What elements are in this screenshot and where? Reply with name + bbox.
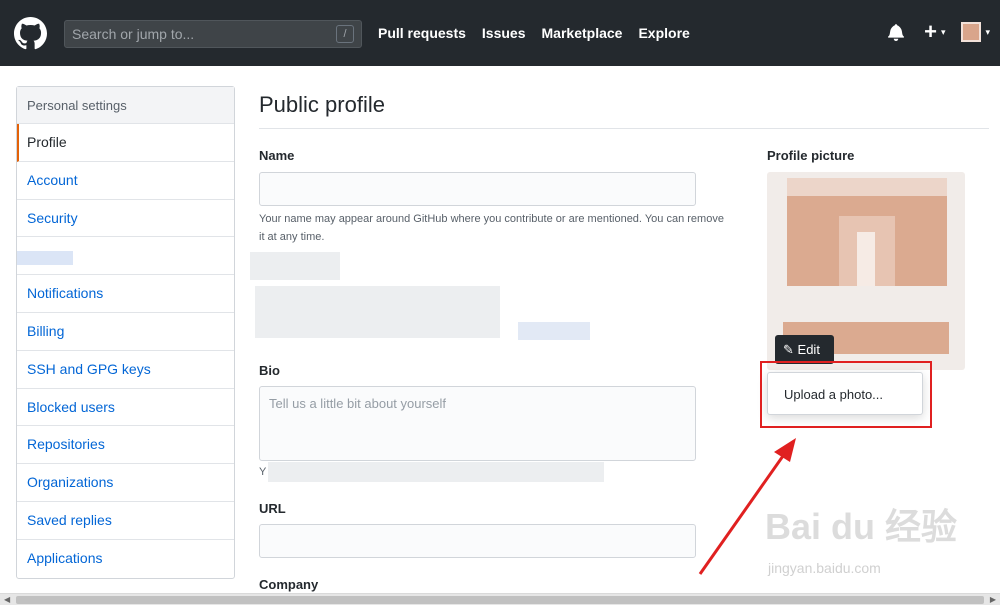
search-input[interactable]: Search or jump to... / bbox=[64, 20, 362, 48]
redacted-block bbox=[255, 286, 500, 338]
redacted-link bbox=[518, 322, 590, 340]
pencil-icon: ✎ bbox=[783, 342, 794, 357]
baidu-watermark-url: jingyan.baidu.com bbox=[768, 560, 881, 576]
name-field[interactable] bbox=[259, 172, 696, 206]
sidebar-item-notifications[interactable]: Notifications bbox=[17, 275, 234, 313]
profile-picture-label: Profile picture bbox=[767, 148, 855, 163]
sidebar-item-billing[interactable]: Billing bbox=[17, 313, 234, 351]
baidu-watermark: Bai du 经验 bbox=[765, 506, 958, 547]
top-navbar: Search or jump to... / Pull requests Iss… bbox=[0, 0, 1000, 66]
nav-explore[interactable]: Explore bbox=[638, 25, 689, 41]
github-logo-icon[interactable] bbox=[14, 17, 47, 50]
user-avatar[interactable] bbox=[961, 22, 982, 42]
sidebar-heading: Personal settings bbox=[17, 87, 234, 124]
scroll-right-icon[interactable]: ▶ bbox=[990, 595, 996, 604]
horizontal-scrollbar[interactable]: ◀ ▶ bbox=[0, 593, 1000, 605]
sidebar-item-applications[interactable]: Applications bbox=[17, 540, 234, 578]
sidebar-item-blocked-users[interactable]: Blocked users bbox=[17, 389, 234, 427]
nav-pull-requests[interactable]: Pull requests bbox=[378, 25, 466, 41]
nav-issues[interactable]: Issues bbox=[482, 25, 526, 41]
redacted-block bbox=[268, 462, 604, 482]
edit-profile-picture-button[interactable]: ✎ Edit bbox=[775, 335, 834, 364]
title-divider bbox=[259, 128, 989, 129]
bio-placeholder: Tell us a little bit about yourself bbox=[269, 396, 447, 411]
name-label: Name bbox=[259, 148, 295, 163]
header-actions: + ▾ ▾ bbox=[888, 21, 990, 43]
annotation-highlight-box bbox=[760, 361, 932, 428]
sidebar-item-repositories[interactable]: Repositories bbox=[17, 426, 234, 465]
nav-marketplace[interactable]: Marketplace bbox=[542, 25, 623, 41]
bell-icon[interactable] bbox=[888, 23, 904, 41]
avatar-chevron-down-icon[interactable]: ▾ bbox=[985, 27, 990, 38]
bio-textarea[interactable]: Tell us a little bit about yourself bbox=[259, 386, 696, 461]
create-new-icon[interactable]: + bbox=[924, 21, 937, 43]
bio-label: Bio bbox=[259, 363, 280, 378]
search-placeholder: Search or jump to... bbox=[72, 26, 195, 42]
scrollbar-thumb[interactable] bbox=[16, 596, 984, 604]
sidebar-item-security[interactable]: Security bbox=[17, 200, 234, 238]
edit-label: Edit bbox=[797, 342, 820, 357]
chevron-down-icon[interactable]: ▾ bbox=[941, 27, 946, 38]
sidebar-item-organizations[interactable]: Organizations bbox=[17, 464, 234, 502]
sidebar-item-profile[interactable]: Profile bbox=[17, 124, 234, 162]
url-label: URL bbox=[259, 501, 286, 516]
settings-sidebar: Personal settings Profile Account Securi… bbox=[16, 86, 235, 579]
page-title: Public profile bbox=[259, 92, 385, 117]
sidebar-item-ssh-gpg-keys[interactable]: SSH and GPG keys bbox=[17, 351, 234, 389]
bio-help-prefix: Y bbox=[259, 466, 267, 478]
scroll-left-icon[interactable]: ◀ bbox=[4, 595, 10, 604]
url-field[interactable] bbox=[259, 524, 696, 558]
search-shortcut-key: / bbox=[336, 25, 354, 43]
sidebar-item-saved-replies[interactable]: Saved replies bbox=[17, 502, 234, 540]
company-label: Company bbox=[259, 577, 319, 592]
sidebar-item-redacted[interactable] bbox=[17, 237, 234, 276]
sidebar-item-account[interactable]: Account bbox=[17, 162, 234, 200]
name-help-text: Your name may appear around GitHub where… bbox=[259, 213, 724, 243]
primary-nav: Pull requests Issues Marketplace Explore bbox=[378, 0, 706, 66]
redacted-block bbox=[250, 252, 340, 280]
